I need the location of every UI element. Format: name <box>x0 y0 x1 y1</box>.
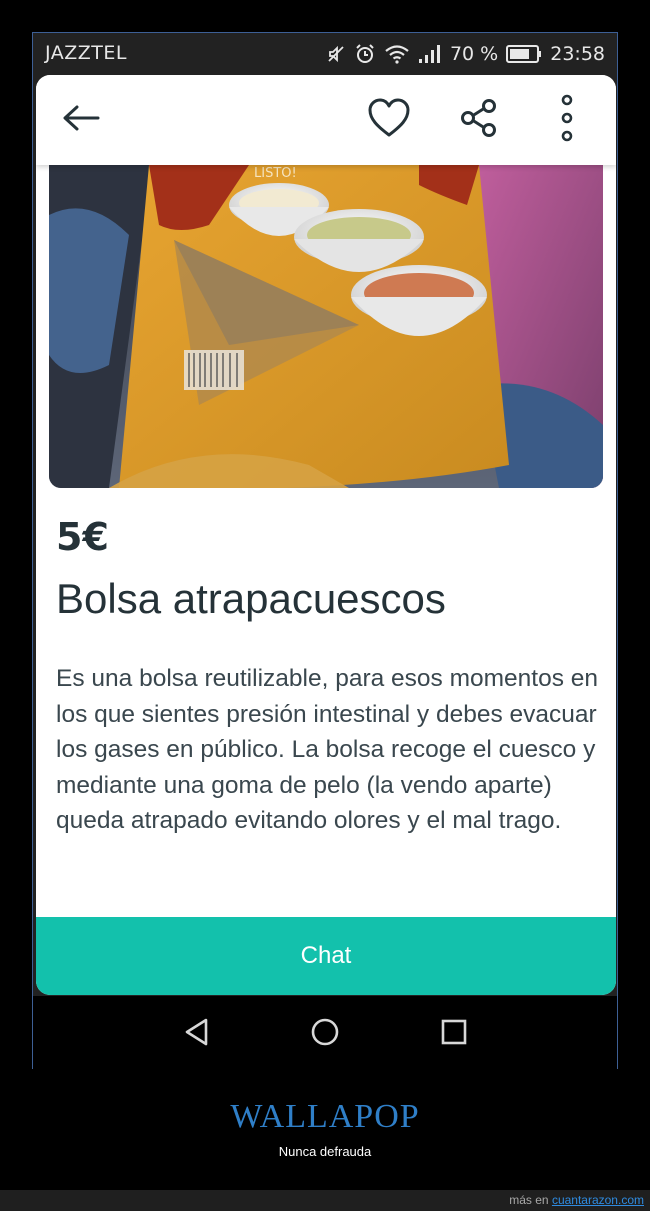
battery-icon <box>506 45 542 63</box>
signal-icon <box>418 44 442 64</box>
back-button[interactable] <box>58 97 104 143</box>
heart-icon <box>367 98 411 142</box>
back-arrow-icon <box>61 103 101 137</box>
home-circle-icon <box>310 1017 340 1051</box>
product-title: Bolsa atrapacuescos <box>56 575 446 622</box>
nav-recents-button[interactable] <box>434 1014 474 1054</box>
footer-prefix: más en <box>509 1193 549 1207</box>
share-icon <box>459 98 499 142</box>
caption-subtitle: Nunca defrauda <box>278 1144 372 1159</box>
phone-screen: JAZZTEL 70 % 23:58 LISTO! 5€ Bolsa atrap… <box>32 32 618 1070</box>
share-button[interactable] <box>456 97 502 143</box>
caption-title: WALLAPOP <box>230 1098 420 1135</box>
status-bar: JAZZTEL 70 % 23:58 <box>33 33 617 75</box>
more-options-button[interactable] <box>544 94 590 146</box>
more-vert-icon <box>557 94 577 146</box>
battery-percent: 70 % <box>449 43 499 65</box>
nav-home-button[interactable] <box>305 1014 345 1054</box>
product-price: 5€ <box>56 515 109 559</box>
nav-back-button[interactable] <box>177 1014 217 1054</box>
product-detail-screen: LISTO! 5€ Bolsa atrapacuescos Es una bol… <box>36 75 616 995</box>
mute-icon <box>326 44 346 64</box>
back-triangle-icon <box>182 1017 212 1051</box>
product-description: Es una bolsa reutilizable, para esos mom… <box>56 665 599 834</box>
alarm-icon <box>354 43 376 65</box>
top-app-bar <box>36 75 616 165</box>
chat-button[interactable]: Chat <box>36 917 616 995</box>
footer-site-link[interactable]: cuantarazon.com <box>552 1193 644 1207</box>
footer-credit: más en cuantarazon.com <box>0 1190 650 1211</box>
clock: 23:58 <box>550 43 605 65</box>
product-photo[interactable]: LISTO! <box>49 165 603 488</box>
favorite-button[interactable] <box>366 97 412 143</box>
recents-square-icon <box>439 1017 469 1051</box>
bag-print-text: LISTO! <box>254 166 297 181</box>
carrier-name: JAZZTEL <box>45 42 127 64</box>
system-nav-bar <box>33 996 617 1070</box>
wifi-icon <box>384 44 410 64</box>
status-icons: 70 % 23:58 <box>326 41 605 67</box>
